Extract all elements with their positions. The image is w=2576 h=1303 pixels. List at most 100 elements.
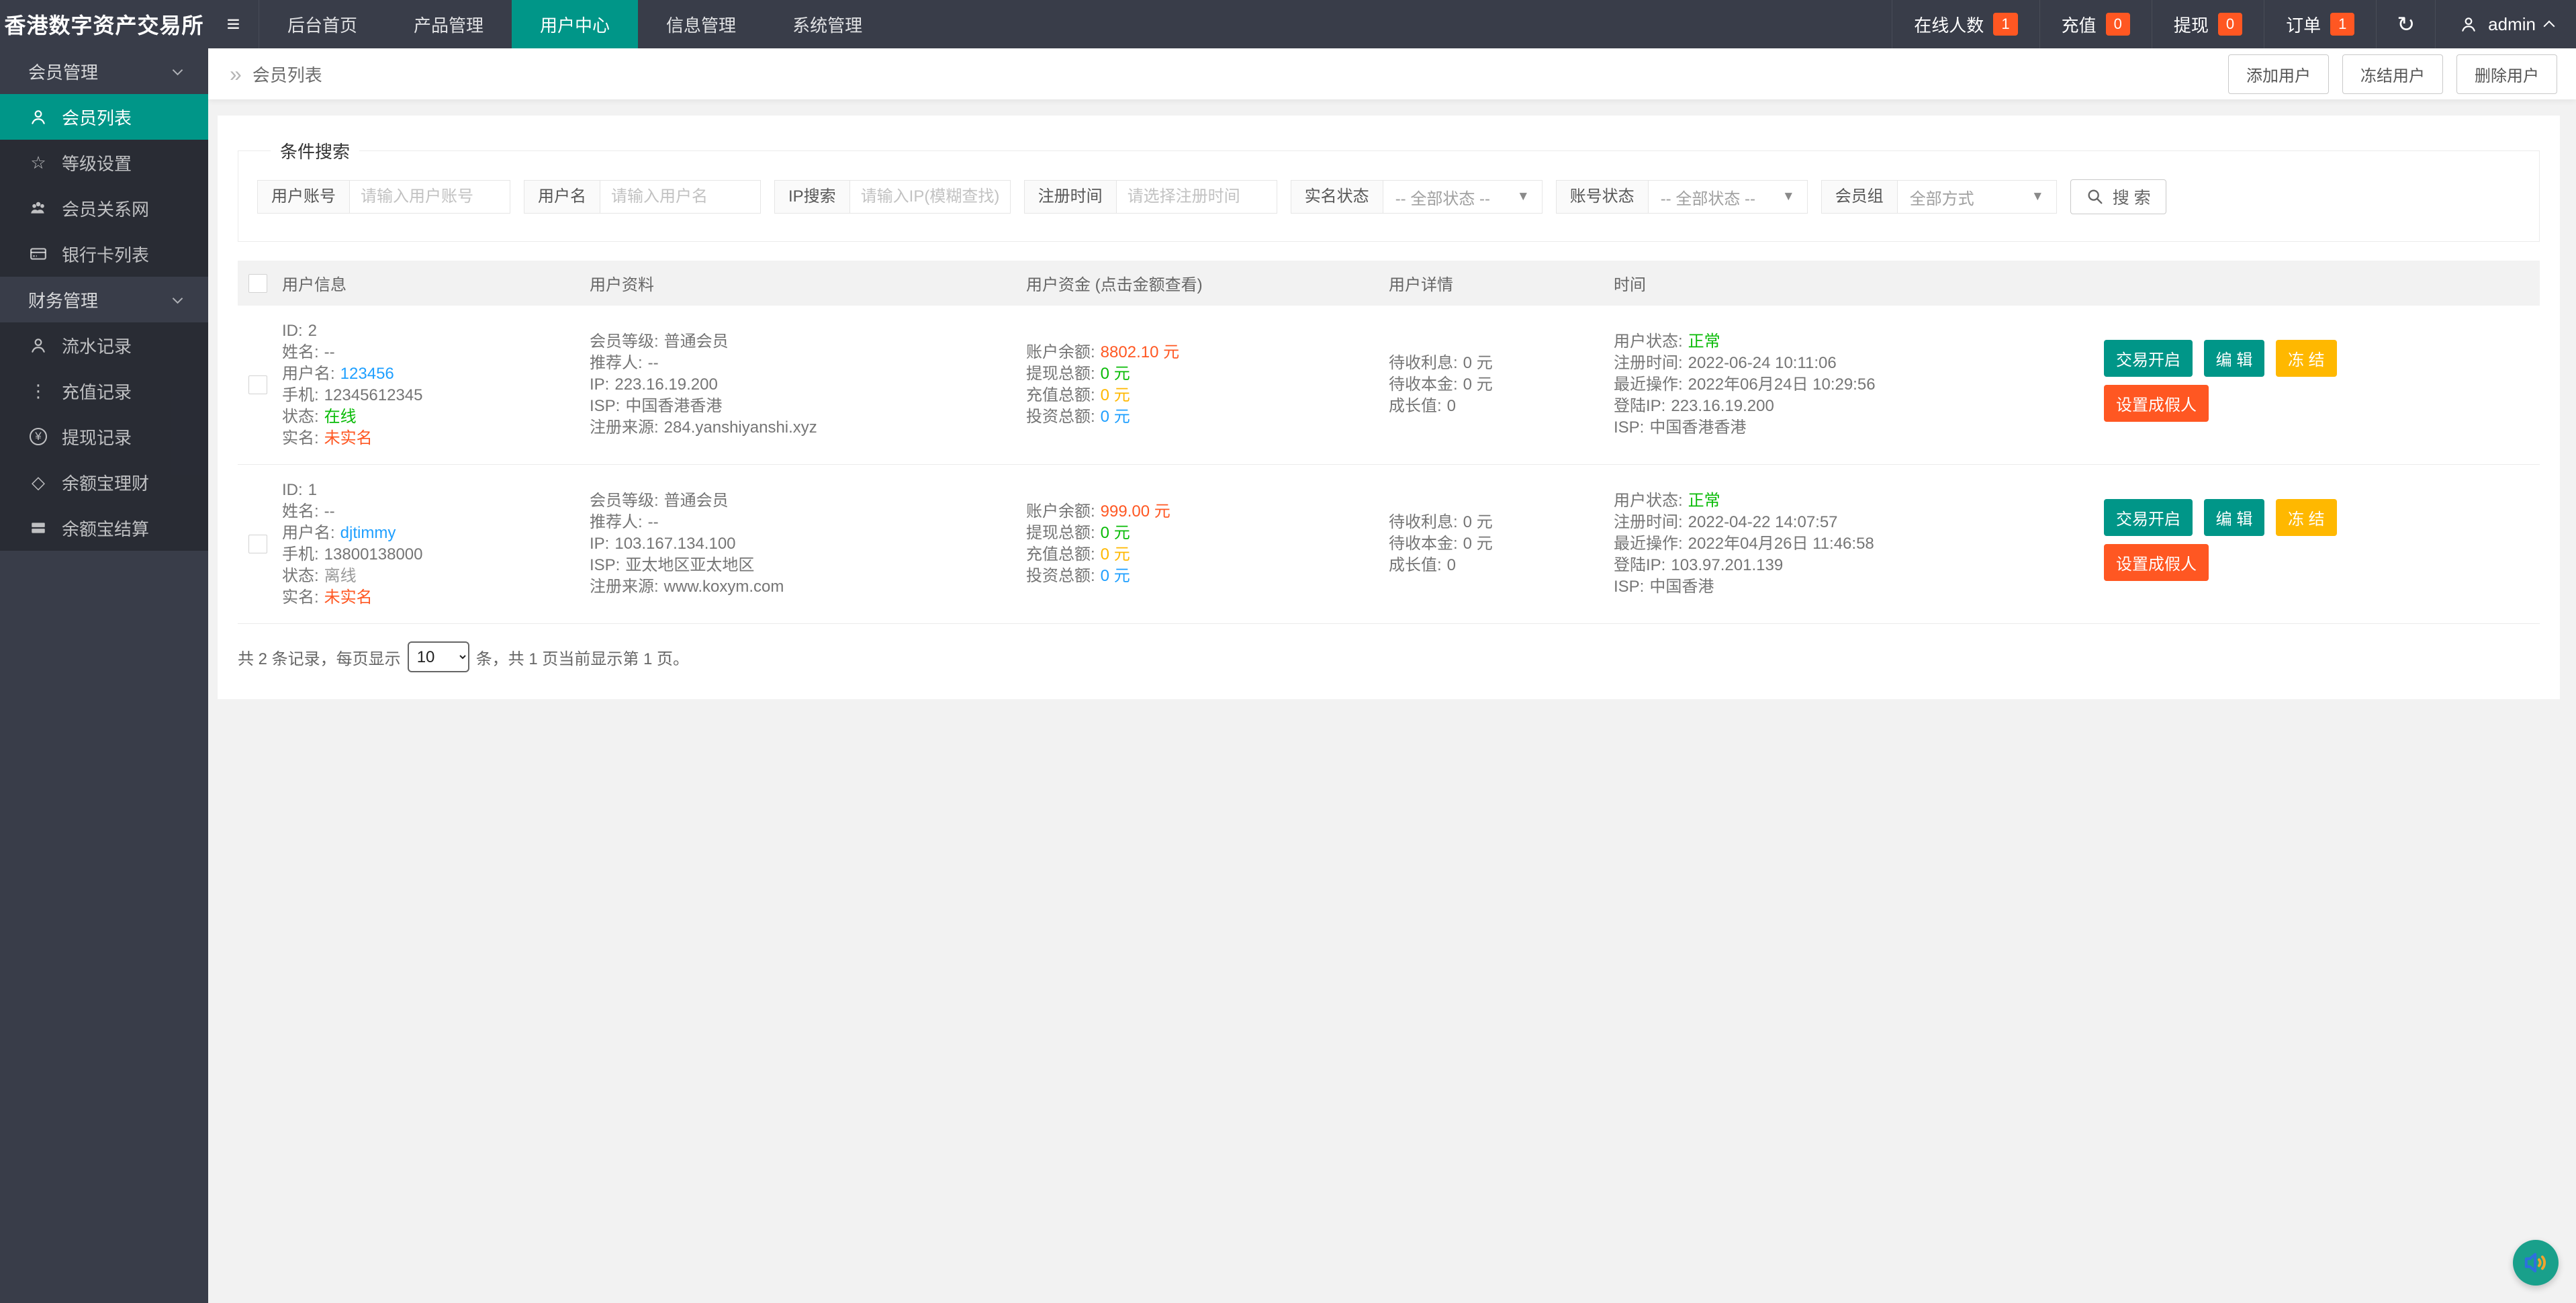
caret-up-icon	[2544, 21, 2555, 32]
balance-amount[interactable]: 999.00 元	[1101, 502, 1170, 521]
balance-amount[interactable]: 8802.10 元	[1101, 343, 1179, 361]
hamburger-icon[interactable]: ≡	[208, 0, 259, 48]
freeze-user-button[interactable]: 冻结用户	[2342, 54, 2443, 94]
stat-withdraw[interactable]: 提现 0	[2152, 0, 2264, 48]
withdraw-amount[interactable]: 0 元	[1101, 524, 1130, 542]
voice-broadcast-button[interactable]	[2513, 1240, 2559, 1286]
sidebar-item-level-settings[interactable]: ☆ 等级设置	[0, 140, 208, 185]
page-size-select[interactable]: 10	[408, 641, 469, 672]
refresh-icon[interactable]: ↻	[2376, 0, 2435, 48]
realname-status: 未实名	[324, 429, 373, 447]
user-status: 正常	[1688, 492, 1720, 510]
username-input[interactable]	[600, 180, 761, 214]
diamond-icon: ◇	[28, 472, 48, 493]
cell-actions: 交易开启 编 辑 冻 结 设置成假人	[2097, 306, 2540, 465]
dropdown-arrow-icon: ▼	[1782, 189, 1795, 204]
page-actions: 添加用户 冻结用户 删除用户	[2228, 54, 2557, 94]
realname-status: 未实名	[324, 588, 373, 606]
search-group-username: 用户名	[524, 180, 761, 214]
stat-orders[interactable]: 订单 1	[2264, 0, 2376, 48]
cell-user-funds: 账户余额:8802.10 元 提现总额:0 元 充值总额:0 元 投资总额:0 …	[1019, 306, 1382, 465]
stat-label: 订单	[2286, 12, 2321, 37]
search-panel-title: 条件搜索	[271, 138, 359, 163]
edit-button[interactable]: 编 辑	[2204, 499, 2265, 536]
menu-item-info[interactable]: 信息管理	[638, 0, 764, 48]
cell-user-info: ID:2 姓名:-- 用户名:123456 手机:12345612345 状态:…	[275, 306, 583, 465]
chevron-down-icon	[173, 293, 183, 304]
set-fake-user-button[interactable]: 设置成假人	[2104, 385, 2209, 422]
invest-amount[interactable]: 0 元	[1101, 408, 1130, 426]
cell-user-info: ID:1 姓名:-- 用户名:djtimmy 手机:13800138000 状态…	[275, 465, 583, 624]
content-card: 条件搜索 用户账号 用户名 IP搜索 注册时间	[218, 116, 2560, 699]
stat-recharge[interactable]: 充值 0	[2039, 0, 2152, 48]
dropdown-arrow-icon: ▼	[2031, 189, 2044, 204]
cell-time: 用户状态:正常 注册时间:2022-04-22 14:07:57 最近操作:20…	[1607, 465, 2097, 624]
status-badge: 0	[2106, 13, 2130, 36]
yen-icon: ¥	[28, 428, 48, 445]
cell-user-profile: 会员等级:普通会员 推荐人:-- IP:223.16.19.200 ISP:中国…	[583, 306, 1019, 465]
online-status: 在线	[324, 408, 357, 426]
account-status-select[interactable]: -- 全部状态 -- ▼	[1648, 180, 1808, 214]
delete-user-button[interactable]: 删除用户	[2456, 54, 2557, 94]
freeze-button[interactable]: 冻 结	[2276, 499, 2337, 536]
menu-item-user-center[interactable]: 用户中心	[512, 0, 638, 48]
username-link[interactable]: djtimmy	[340, 524, 396, 542]
invest-amount[interactable]: 0 元	[1101, 567, 1130, 585]
users-icon	[28, 199, 48, 217]
chevron-down-icon	[173, 64, 183, 75]
navbar-status-area: 在线人数 1 充值 0 提现 0 订单 1 ↻ admin	[1892, 0, 2576, 48]
row-checkbox[interactable]	[248, 535, 267, 553]
sidebar-item-member-list[interactable]: 会员列表	[0, 94, 208, 140]
sidebar-item-flow-records[interactable]: 流水记录	[0, 322, 208, 368]
pagination-prefix: 共 2 条记录，每页显示	[238, 645, 401, 669]
status-badge: 0	[2218, 13, 2242, 36]
sidebar-group-members[interactable]: 会员管理	[0, 48, 208, 94]
search-group-regtime: 注册时间	[1024, 180, 1277, 214]
cell-user-profile: 会员等级:普通会员 推荐人:-- IP:103.167.134.100 ISP:…	[583, 465, 1019, 624]
recharge-amount[interactable]: 0 元	[1101, 386, 1130, 404]
edit-button[interactable]: 编 辑	[2204, 340, 2265, 377]
sidebar-item-yuebao-invest[interactable]: ◇ 余额宝理财	[0, 459, 208, 505]
cell-time: 用户状态:正常 注册时间:2022-06-24 10:11:06 最近操作:20…	[1607, 306, 2097, 465]
breadcrumb-sep-icon: »	[230, 62, 242, 87]
table-row: ID:2 姓名:-- 用户名:123456 手机:12345612345 状态:…	[238, 306, 2540, 465]
search-group-account: 用户账号	[257, 180, 510, 214]
col-user-info: 用户信息	[275, 261, 583, 306]
pagination: 共 2 条记录，每页显示 10 条，共 1 页当前显示第 1 页。	[238, 641, 2540, 672]
menu-item-home[interactable]: 后台首页	[259, 0, 385, 48]
sidebar-item-bank-cards[interactable]: 银行卡列表	[0, 231, 208, 277]
admin-dropdown[interactable]: admin	[2435, 0, 2576, 48]
trade-toggle-button[interactable]: 交易开启	[2104, 499, 2193, 536]
sidebar-item-withdraw-records[interactable]: ¥ 提现记录	[0, 414, 208, 459]
user-status: 正常	[1688, 332, 1720, 351]
members-table: 用户信息 用户资料 用户资金 (点击金额查看) 用户详情 时间 ID:2 姓名:…	[238, 261, 2540, 624]
row-checkbox[interactable]	[248, 375, 267, 394]
status-badge: 1	[1993, 13, 2017, 36]
search-group-account-status: 账号状态 -- 全部状态 -- ▼	[1556, 180, 1808, 214]
account-input[interactable]	[349, 180, 510, 214]
admin-username: admin	[2488, 14, 2536, 35]
search-button[interactable]: 搜 索	[2070, 179, 2166, 214]
search-group-realname-status: 实名状态 -- 全部状态 -- ▼	[1291, 180, 1543, 214]
dropdown-arrow-icon: ▼	[1517, 189, 1530, 204]
register-time-input[interactable]	[1116, 180, 1277, 214]
sidebar-group-finance[interactable]: 财务管理	[0, 277, 208, 322]
add-user-button[interactable]: 添加用户	[2228, 54, 2329, 94]
menu-item-products[interactable]: 产品管理	[385, 0, 512, 48]
sidebar-item-recharge-records[interactable]: ⋮ 充值记录	[0, 368, 208, 414]
member-group-select[interactable]: 全部方式 ▼	[1897, 180, 2057, 214]
recharge-amount[interactable]: 0 元	[1101, 545, 1130, 564]
menu-item-system[interactable]: 系统管理	[764, 0, 890, 48]
withdraw-amount[interactable]: 0 元	[1101, 365, 1130, 383]
trade-toggle-button[interactable]: 交易开启	[2104, 340, 2193, 377]
sidebar-item-member-network[interactable]: 会员关系网	[0, 185, 208, 231]
sidebar-item-yuebao-settle[interactable]: 余额宝结算	[0, 505, 208, 551]
select-all-checkbox[interactable]	[248, 274, 267, 293]
ip-search-input[interactable]	[849, 180, 1011, 214]
set-fake-user-button[interactable]: 设置成假人	[2104, 544, 2209, 581]
username-link[interactable]: 123456	[340, 365, 394, 383]
stat-online-users[interactable]: 在线人数 1	[1892, 0, 2039, 48]
realname-status-select[interactable]: -- 全部状态 -- ▼	[1383, 180, 1543, 214]
cell-actions: 交易开启 编 辑 冻 结 设置成假人	[2097, 465, 2540, 624]
freeze-button[interactable]: 冻 结	[2276, 340, 2337, 377]
